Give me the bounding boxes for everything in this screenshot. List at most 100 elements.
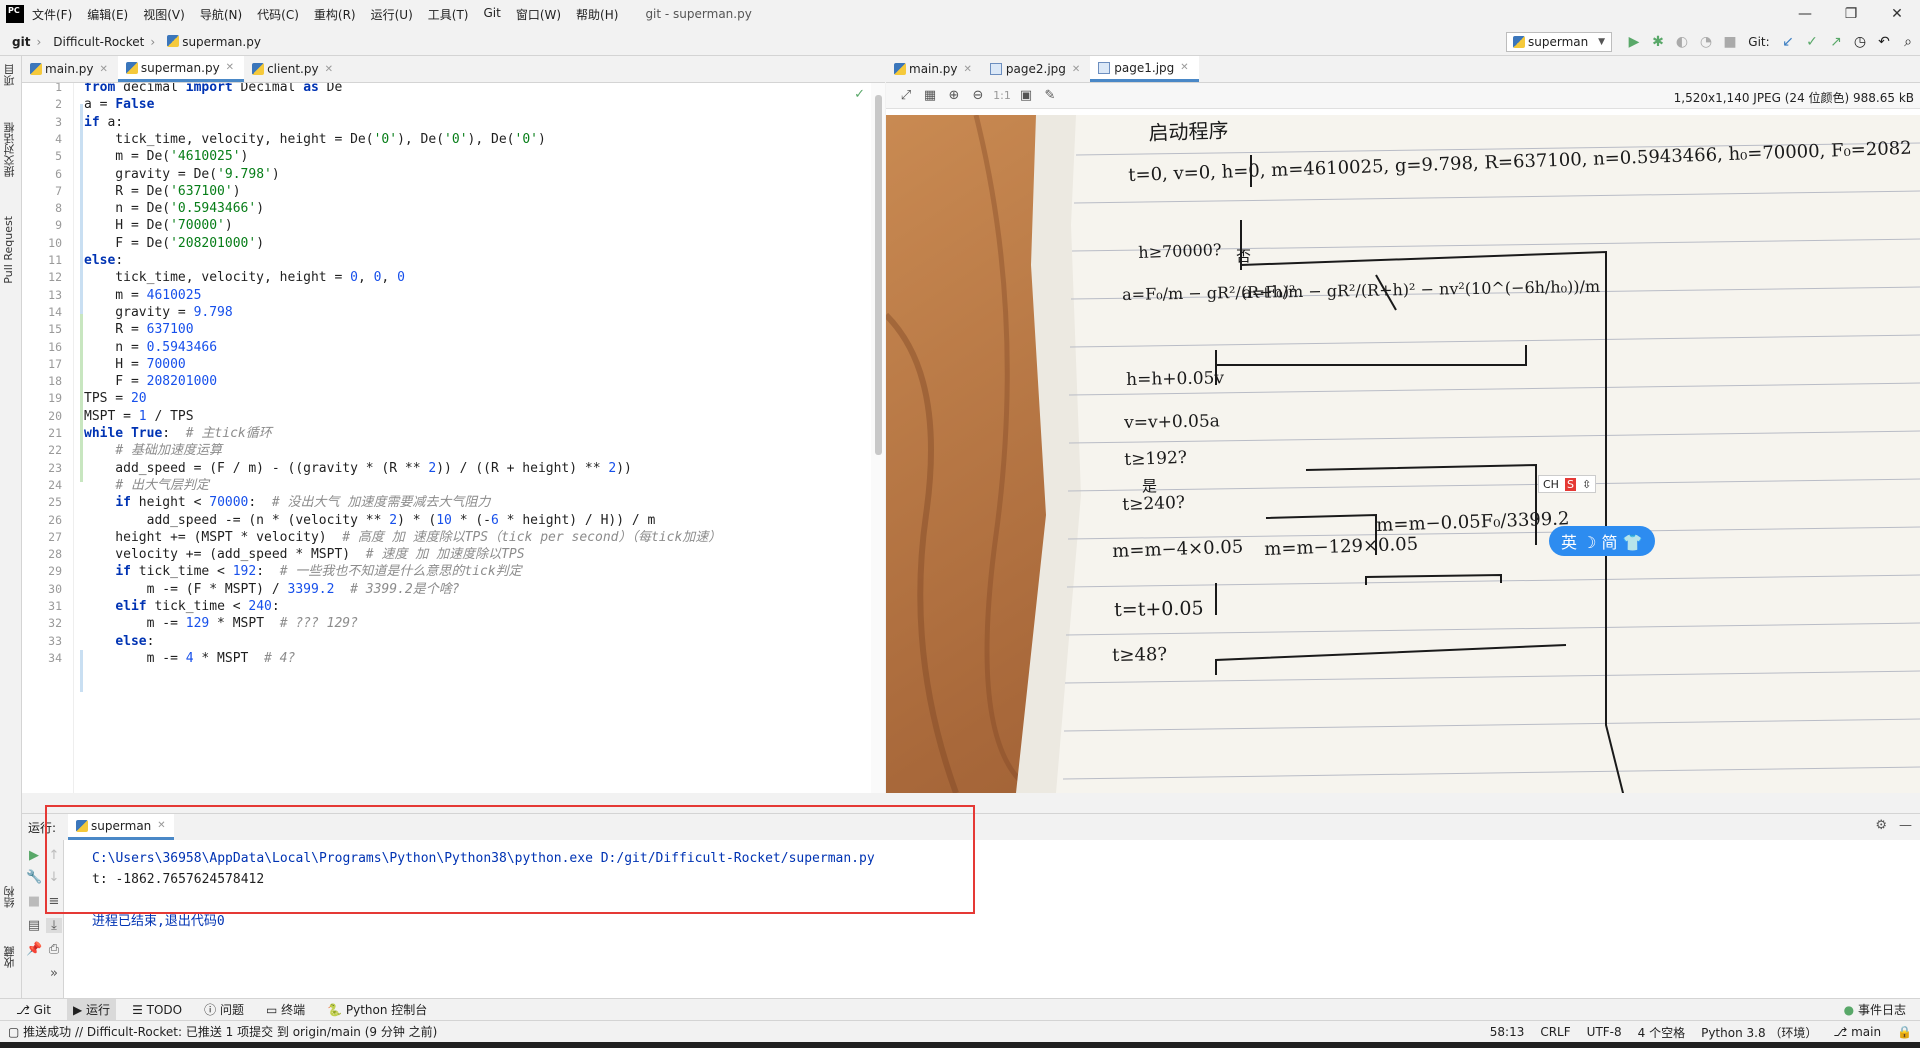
hide-icon[interactable]: —: [1899, 818, 1912, 833]
close-tab-icon[interactable]: ✕: [100, 64, 108, 75]
code-token: # ??? 129?: [279, 616, 358, 632]
wrench-icon[interactable]: 🔧: [26, 870, 42, 885]
run-toolbar: ▶ ✱ ◐ ◔ ■ Git: ↙ ✓ ↗ ◷ ↶ ⌕: [1622, 28, 1920, 56]
code-token: if: [84, 114, 100, 130]
code-token: 240: [248, 599, 272, 614]
tool-tab-structure[interactable]: 结构: [2, 886, 18, 908]
code-token: m -= (F * MSPT) /: [84, 581, 288, 597]
menu-item[interactable]: 工具(T): [428, 6, 469, 23]
viewer-tab-page2-jpg[interactable]: page2.jpg ✕: [982, 56, 1090, 82]
viewer-tab-main-py[interactable]: main.py ✕: [886, 56, 982, 82]
editor-tab-main-py[interactable]: main.py ✕: [22, 56, 118, 82]
maximize-icon[interactable]: ❐: [1828, 0, 1874, 28]
ime-floating-pill[interactable]: 英 ☽ 简 👕: [1549, 526, 1655, 556]
tool-tab-pull-requests[interactable]: Pull Request: [2, 216, 15, 284]
stop-icon[interactable]: ■: [1718, 34, 1742, 50]
code-token: F =: [84, 374, 147, 390]
git-push-icon[interactable]: ↗: [1824, 34, 1848, 50]
menu-item[interactable]: 重构(R): [314, 6, 356, 23]
tool-window-bar: ⎇ Git ▶ 运行 ☰ TODO ⓘ 问题 ▭ 终端 🐍 Python 控制台…: [0, 998, 1920, 1021]
chessboard-icon[interactable]: ▣: [1014, 88, 1038, 103]
history-icon[interactable]: ◷: [1848, 34, 1872, 50]
rollback-icon[interactable]: ↶: [1872, 34, 1896, 50]
handwritten-note: h=h+0.05v: [1126, 368, 1225, 390]
run-configuration-select[interactable]: superman ▼: [1506, 32, 1612, 52]
indent-setting[interactable]: 4 个空格: [1638, 1024, 1685, 1041]
code-token: R = De(: [84, 183, 171, 199]
editor-tab-client-py[interactable]: client.py ✕: [244, 56, 343, 82]
git-commit-icon[interactable]: ✓: [1800, 34, 1824, 50]
menu-item[interactable]: 代码(C): [257, 6, 299, 23]
toolwindow-run[interactable]: ▶ 运行: [67, 998, 117, 1021]
debug-icon[interactable]: ✱: [1646, 34, 1670, 50]
zoom-out-icon[interactable]: ⊖: [966, 88, 990, 103]
inspection-ok-icon[interactable]: ✓: [854, 87, 865, 102]
print-icon[interactable]: ⎙: [46, 942, 62, 957]
gear-icon[interactable]: ⚙: [1875, 818, 1887, 833]
line-separator[interactable]: CRLF: [1540, 1025, 1570, 1039]
layout-icon[interactable]: ▤: [26, 918, 42, 933]
breadcrumb-file[interactable]: superman.py: [167, 34, 261, 49]
file-encoding[interactable]: UTF-8: [1587, 1025, 1622, 1039]
zoom-in-icon[interactable]: ⊕: [942, 88, 966, 103]
stop-icon[interactable]: ■: [26, 894, 42, 909]
minimize-icon[interactable]: —: [1782, 0, 1828, 28]
close-tab-icon[interactable]: ✕: [325, 64, 333, 75]
close-icon[interactable]: ✕: [1874, 0, 1920, 28]
profile-icon[interactable]: ◔: [1694, 34, 1718, 50]
tool-tab-favorites[interactable]: 收藏: [2, 946, 18, 968]
rerun-icon[interactable]: ▶: [26, 848, 42, 863]
coverage-icon[interactable]: ◐: [1670, 34, 1694, 50]
color-picker-icon[interactable]: ✎: [1038, 88, 1062, 103]
toolwindow-problems[interactable]: ⓘ 问题: [198, 999, 250, 1021]
scrollbar-thumb[interactable]: [875, 95, 882, 455]
tool-tab-project[interactable]: 项目: [2, 64, 18, 86]
fit-zoom-icon[interactable]: ⤢: [894, 88, 918, 103]
viewer-tab-page1-jpg[interactable]: page1.jpg ✕: [1090, 56, 1199, 82]
menu-item[interactable]: 导航(N): [200, 6, 242, 23]
menu-item[interactable]: Git: [483, 6, 500, 23]
close-tab-icon[interactable]: ✕: [1072, 64, 1080, 75]
editor-scrollbar[interactable]: [871, 83, 885, 793]
python-interpreter[interactable]: Python 3.8 （环境）: [1701, 1024, 1817, 1041]
tool-tab-commit[interactable]: 提交对话框: [2, 122, 18, 177]
toolwindow-todo[interactable]: ☰ TODO: [126, 999, 188, 1021]
close-tab-icon[interactable]: ✕: [964, 64, 972, 75]
toolwindow-python-console[interactable]: 🐍 Python 控制台: [321, 999, 433, 1021]
menu-item[interactable]: 编辑(E): [87, 6, 128, 23]
title-bar: PC 文件(F) 编辑(E) 视图(V) 导航(N) 代码(C) 重构(R) 运行(U) 工具…: [0, 0, 1920, 28]
caret-position[interactable]: 58:13: [1490, 1025, 1525, 1039]
grid-icon[interactable]: ▦: [918, 88, 942, 103]
status-message[interactable]: ▢ 推送成功 // Difficult-Rocket: 已推送 1 项提交 到 …: [8, 1023, 437, 1040]
scroll-to-end-icon[interactable]: ⤓: [46, 918, 62, 933]
git-update-icon[interactable]: ↙: [1776, 34, 1800, 50]
toolwindow-event-log[interactable]: ● 事件日志: [1838, 999, 1912, 1021]
search-icon[interactable]: ⌕: [1896, 34, 1920, 50]
ime-status-bar[interactable]: CH S ⇳: [1538, 475, 1597, 493]
code-token: H =: [84, 356, 147, 372]
menu-item[interactable]: 窗口(W): [516, 6, 561, 23]
code-token: 6: [491, 512, 499, 528]
menu-item[interactable]: 文件(F): [32, 6, 72, 23]
git-branch[interactable]: ⎇ main: [1833, 1025, 1881, 1039]
lock-icon[interactable]: 🔒: [1897, 1025, 1912, 1039]
breadcrumb-folder[interactable]: Difficult-Rocket: [53, 35, 144, 49]
editor-tab-superman-py[interactable]: superman.py ✕: [117, 56, 245, 82]
handwritten-note: t≥192?: [1124, 447, 1188, 470]
pin-icon[interactable]: 📌: [26, 942, 42, 957]
menu-item[interactable]: 运行(U): [371, 6, 413, 23]
actual-size-button[interactable]: 1:1: [990, 89, 1014, 102]
menu-item[interactable]: 帮助(H): [576, 6, 618, 23]
toolwindow-terminal[interactable]: ▭ 终端: [260, 999, 311, 1021]
toolwindow-git[interactable]: ⎇ Git: [10, 999, 57, 1021]
more-icon[interactable]: »: [46, 966, 62, 981]
code-token: F = De(: [84, 235, 171, 251]
code-token: * (-: [451, 512, 492, 528]
code-editor[interactable]: 1 from decimal import Decimal as De 2 a = F…: [22, 83, 885, 793]
breadcrumb-project[interactable]: git: [12, 35, 30, 49]
close-tab-icon[interactable]: ✕: [1180, 62, 1188, 73]
close-tab-icon[interactable]: ✕: [226, 62, 234, 73]
run-icon[interactable]: ▶: [1622, 34, 1646, 50]
menu-item[interactable]: 视图(V): [143, 6, 185, 23]
ime-logo-icon: S: [1564, 477, 1576, 491]
